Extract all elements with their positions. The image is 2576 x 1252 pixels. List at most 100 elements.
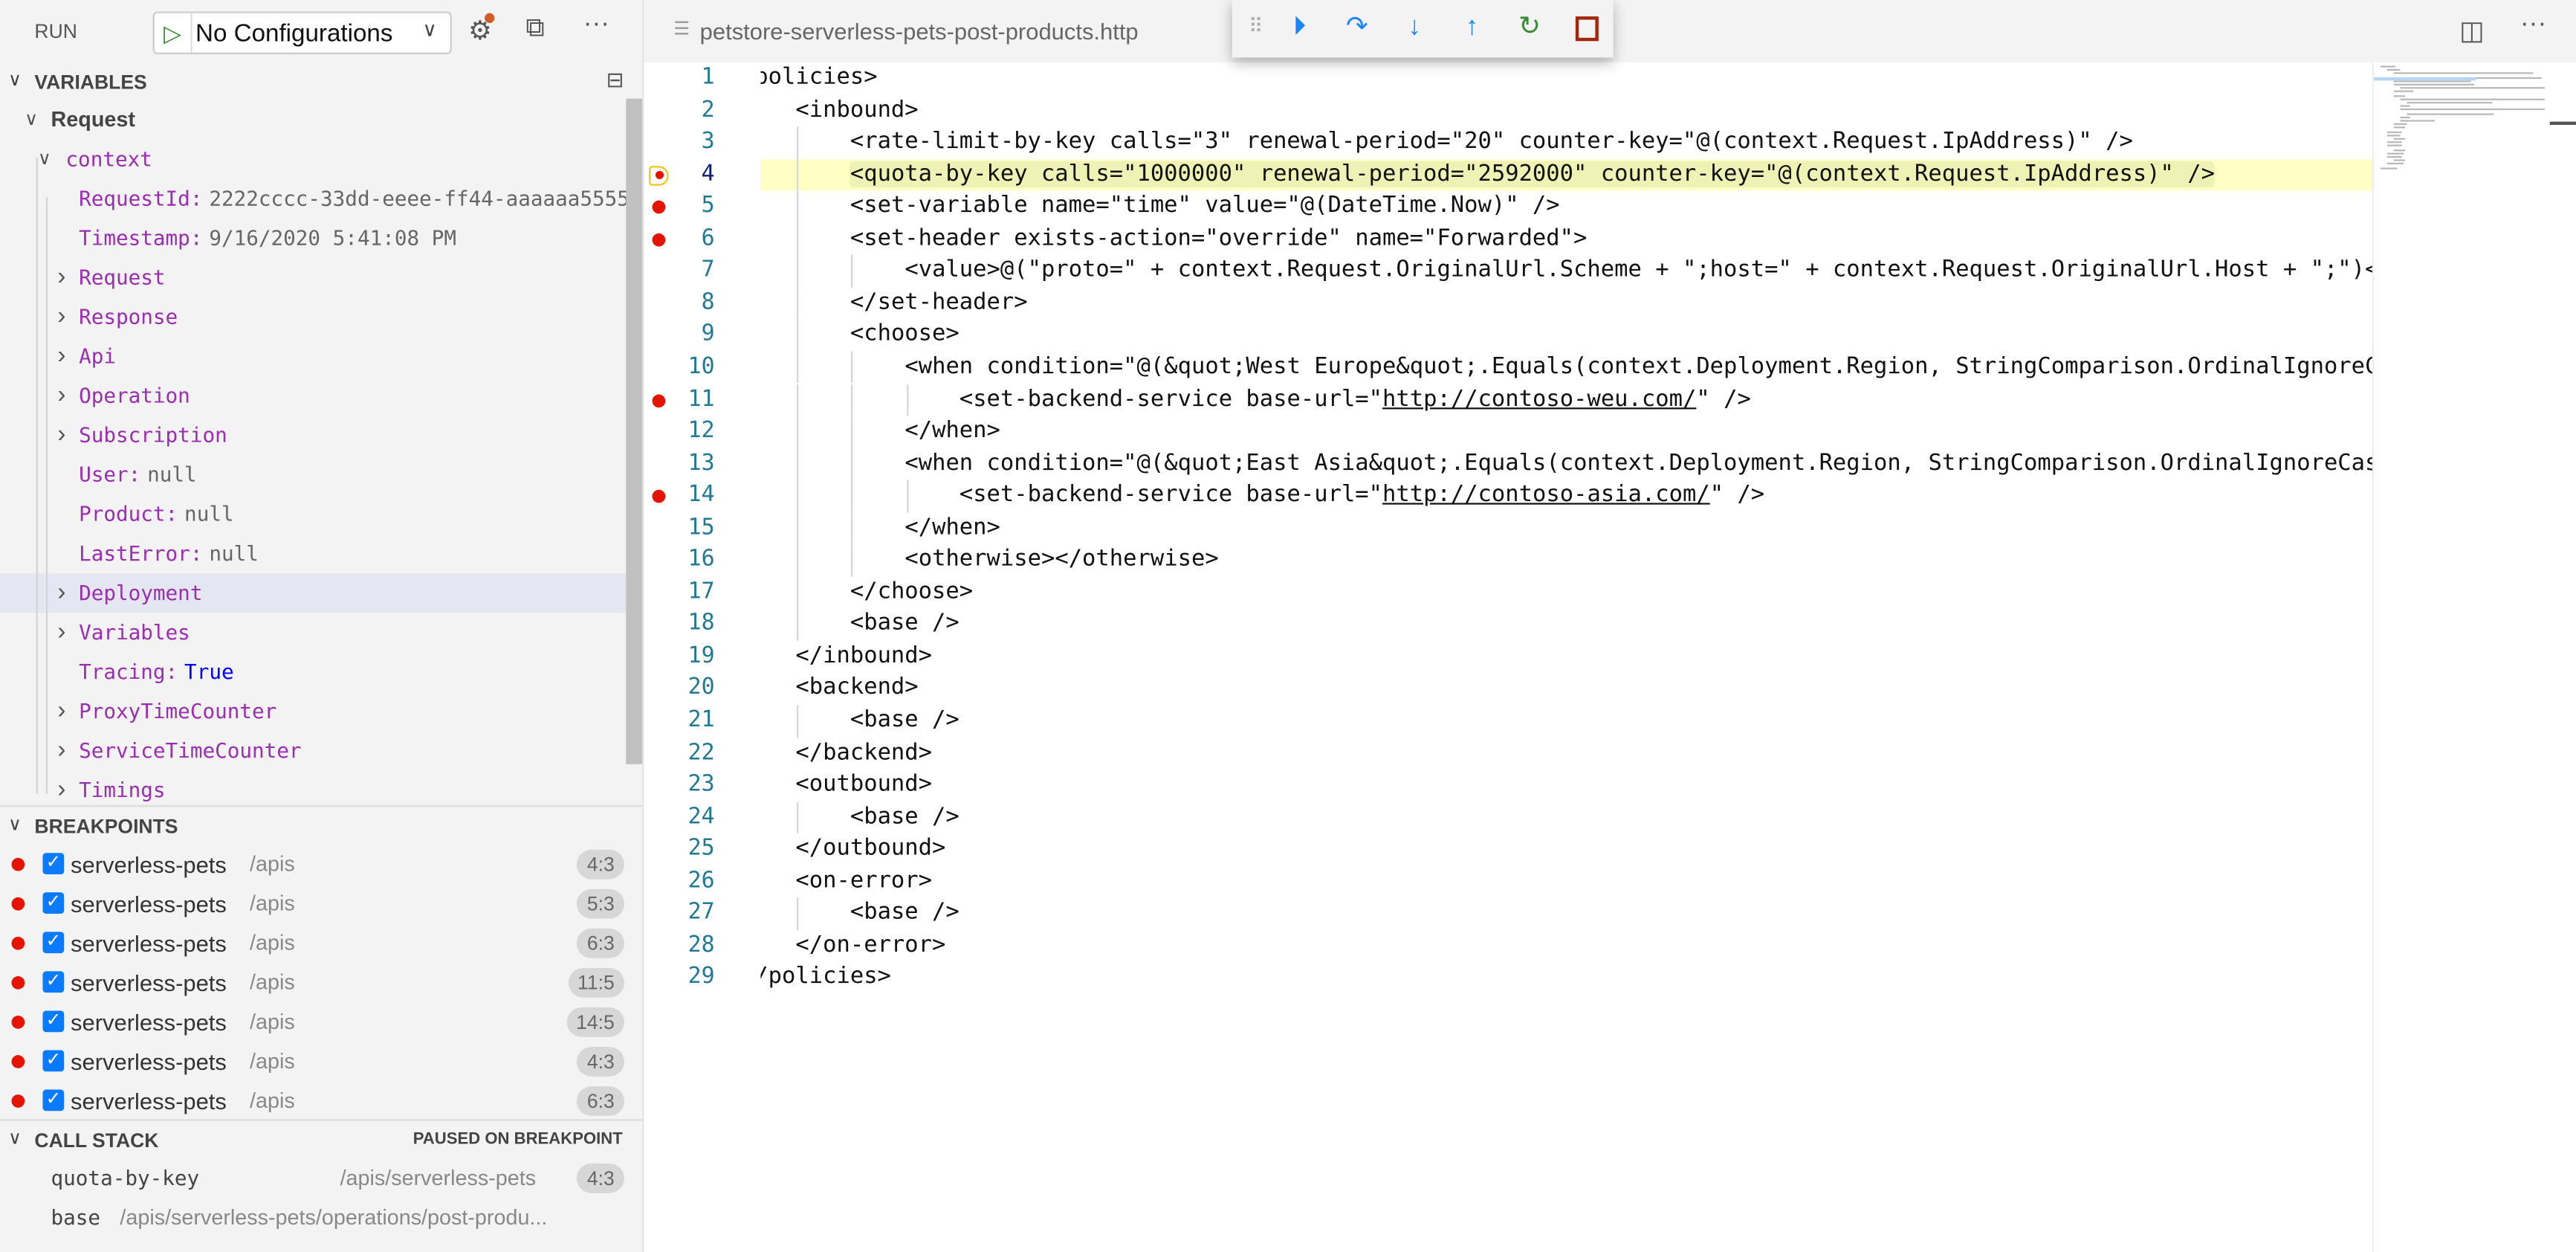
variable-row[interactable]: › Deployment	[0, 573, 627, 613]
code-line[interactable]: 15 </when>	[644, 512, 2372, 545]
variable-row[interactable]: Timestamp: 9/16/2020 5:41:08 PM	[0, 219, 626, 258]
breakpoint-item[interactable]: ✓ serverless-pets /apis 14:5	[0, 1002, 642, 1042]
variable-row[interactable]: › ProxyTimeCounter	[0, 692, 626, 732]
breakpoint-item[interactable]: ✓ serverless-pets /apis 6:3	[0, 1082, 642, 1121]
breakpoints-header[interactable]: ∨ BREAKPOINTS	[0, 809, 642, 845]
code-line[interactable]: 10 <when condition="@(&quot;West Europe&q…	[644, 351, 2372, 384]
step-over-icon[interactable]: ↷	[1341, 11, 1373, 44]
url-link[interactable]: http://contoso-asia.com/	[1382, 482, 1710, 508]
step-out-icon[interactable]: ↑	[1456, 11, 1489, 44]
code-line[interactable]: 9 <choose>	[644, 319, 2372, 352]
variable-row[interactable]: › Variables	[0, 613, 626, 653]
code-line[interactable]: 6 <set-header exists-action="override" na…	[644, 223, 2372, 256]
breakpoint-icon[interactable]	[652, 233, 666, 247]
variable-row[interactable]: › ServiceTimeCounter	[0, 732, 626, 771]
collapse-all-icon[interactable]: ⊟	[606, 68, 624, 94]
variable-row[interactable]: ∨ Request	[0, 100, 626, 140]
chevron-right-icon[interactable]: ›	[57, 376, 65, 416]
breakpoint-checkbox[interactable]: ✓	[42, 1050, 65, 1072]
play-icon[interactable]: ▷	[155, 13, 192, 53]
editor-scrollbar[interactable]	[2549, 62, 2576, 1252]
breakpoint-checkbox[interactable]: ✓	[42, 892, 65, 914]
breakpoint-item[interactable]: ✓ serverless-pets /apis 4:3	[0, 845, 642, 884]
chevron-right-icon[interactable]: ›	[57, 416, 65, 455]
variable-row[interactable]: › Api	[0, 337, 626, 376]
configuration-select[interactable]: ▷ No Configurations ∨	[152, 11, 452, 54]
stop-icon[interactable]	[1570, 11, 1603, 44]
chevron-down-icon[interactable]: ∨	[38, 140, 51, 179]
code-line[interactable]: 4 <quota-by-key calls="1000000" renewal-p…	[649, 158, 2372, 191]
more-icon[interactable]: ···	[2520, 10, 2546, 39]
code-line[interactable]: 8 </set-header>	[644, 287, 2372, 320]
code-line[interactable]: 18 <base />	[644, 608, 2372, 641]
code-line[interactable]: 28 </on-error>	[644, 930, 2372, 962]
variable-row[interactable]: › Timings	[0, 771, 626, 810]
chevron-right-icon[interactable]: ›	[57, 771, 65, 810]
tab-file[interactable]: petstore-serverless-pets-post-products.h…	[700, 18, 1139, 44]
code-line[interactable]: 22 </backend>	[644, 738, 2372, 769]
chevron-right-icon[interactable]: ›	[57, 692, 65, 732]
code-line[interactable]: 26 <on-error>	[644, 865, 2372, 897]
variable-row[interactable]: RequestId: 2222cccc-33dd-eeee-ff44-aaaaaa…	[0, 179, 642, 219]
chevron-right-icon[interactable]: ›	[57, 573, 65, 613]
breakpoint-item[interactable]: ✓ serverless-pets /apis 11:5	[0, 963, 642, 1002]
callstack-frame[interactable]: quota-by-key /apis/serverless-pets 4:3	[0, 1161, 642, 1197]
breakpoint-item[interactable]: ✓ serverless-pets /apis 6:3	[0, 923, 642, 963]
code-line[interactable]: 25 </outbound>	[644, 833, 2372, 865]
variable-row[interactable]: › Request	[0, 258, 626, 297]
code-line[interactable]: 14 <set-backend-service base-url="http://…	[644, 480, 2372, 512]
code-line[interactable]: 21 <base />	[644, 705, 2372, 738]
debug-console-icon[interactable]: ⧉	[525, 15, 544, 45]
code-line[interactable]: 16 <otherwise></otherwise>	[644, 544, 2372, 577]
code-line[interactable]: 11 <set-backend-service base-url="http://…	[644, 384, 2372, 416]
minimap[interactable]	[2372, 62, 2551, 1252]
code-editor[interactable]: 1 <policies> 2 <inbound> 3 <rate-limit-by-key…	[644, 62, 2372, 1252]
code-line[interactable]: 13 <when condition="@(&quot;East Asia&quo…	[644, 448, 2372, 480]
variable-row[interactable]: › Subscription	[0, 416, 626, 455]
current-breakpoint-arrow-icon[interactable]	[649, 165, 669, 185]
breakpoint-checkbox[interactable]: ✓	[42, 971, 65, 993]
variable-row[interactable]: Tracing: True	[0, 653, 626, 692]
variable-row[interactable]: › Response	[0, 297, 626, 337]
code-line[interactable]: 17 </choose>	[644, 576, 2372, 609]
chevron-right-icon[interactable]: ›	[57, 732, 65, 771]
breakpoint-item[interactable]: ✓ serverless-pets /apis 5:3	[0, 884, 642, 923]
continue-icon[interactable]: ⏵	[1283, 11, 1315, 44]
breakpoint-checkbox[interactable]: ✓	[42, 1010, 65, 1033]
chevron-right-icon[interactable]: ›	[57, 258, 65, 297]
variables-scrollbar[interactable]	[626, 98, 643, 764]
code-line[interactable]: 1 <policies>	[644, 62, 2372, 94]
code-line[interactable]: 3 <rate-limit-by-key calls="3" renewal-pe…	[644, 126, 2372, 159]
breakpoint-checkbox[interactable]: ✓	[42, 932, 65, 954]
variable-row[interactable]: User: null	[0, 455, 626, 494]
breakpoint-checkbox[interactable]: ✓	[42, 1089, 65, 1111]
variables-header[interactable]: ∨ VARIABLES ⊟	[0, 64, 642, 100]
split-editor-icon[interactable]: ◫	[2459, 15, 2484, 48]
callstack-frame[interactable]: base /apis/serverless-pets/operations/po…	[0, 1200, 642, 1236]
chevron-right-icon[interactable]: ›	[57, 613, 65, 653]
code-line[interactable]: 20 <backend>	[644, 673, 2372, 705]
breakpoint-icon[interactable]	[652, 393, 666, 407]
variable-row[interactable]: LastError: null	[0, 534, 626, 573]
breakpoint-item[interactable]: ✓ serverless-pets /apis 4:3	[0, 1042, 642, 1081]
url-link[interactable]: http://contoso-weu.com/	[1382, 385, 1696, 411]
variable-row[interactable]: Product: null	[0, 494, 626, 534]
variable-row[interactable]: ∨ context	[0, 140, 626, 179]
chevron-down-icon[interactable]: ∨	[25, 100, 38, 140]
code-line[interactable]: 27 <base />	[644, 897, 2372, 930]
restart-icon[interactable]: ↻	[1513, 11, 1546, 44]
code-line[interactable]: 24 <base />	[644, 801, 2372, 834]
code-line[interactable]: 5 <set-variable name="time" value="@(Date…	[644, 190, 2372, 224]
code-line[interactable]: 12 </when>	[644, 416, 2372, 448]
variable-row[interactable]: › Operation	[0, 376, 626, 416]
gear-icon[interactable]: ⚙	[468, 13, 495, 48]
chevron-right-icon[interactable]: ›	[57, 297, 65, 337]
callstack-header[interactable]: ∨ CALL STACK PAUSED ON BREAKPOINT	[0, 1123, 642, 1159]
code-line[interactable]: 19 </inbound>	[644, 641, 2372, 673]
step-into-icon[interactable]: ↓	[1398, 11, 1431, 44]
code-line[interactable]: 29 </policies>	[644, 962, 2372, 994]
breakpoint-checkbox[interactable]: ✓	[42, 853, 65, 874]
code-line[interactable]: 2 <inbound>	[644, 94, 2372, 126]
more-icon[interactable]: ···	[583, 10, 609, 39]
code-line[interactable]: 7 <value>@("proto=" + context.Request.Ori…	[644, 255, 2372, 288]
